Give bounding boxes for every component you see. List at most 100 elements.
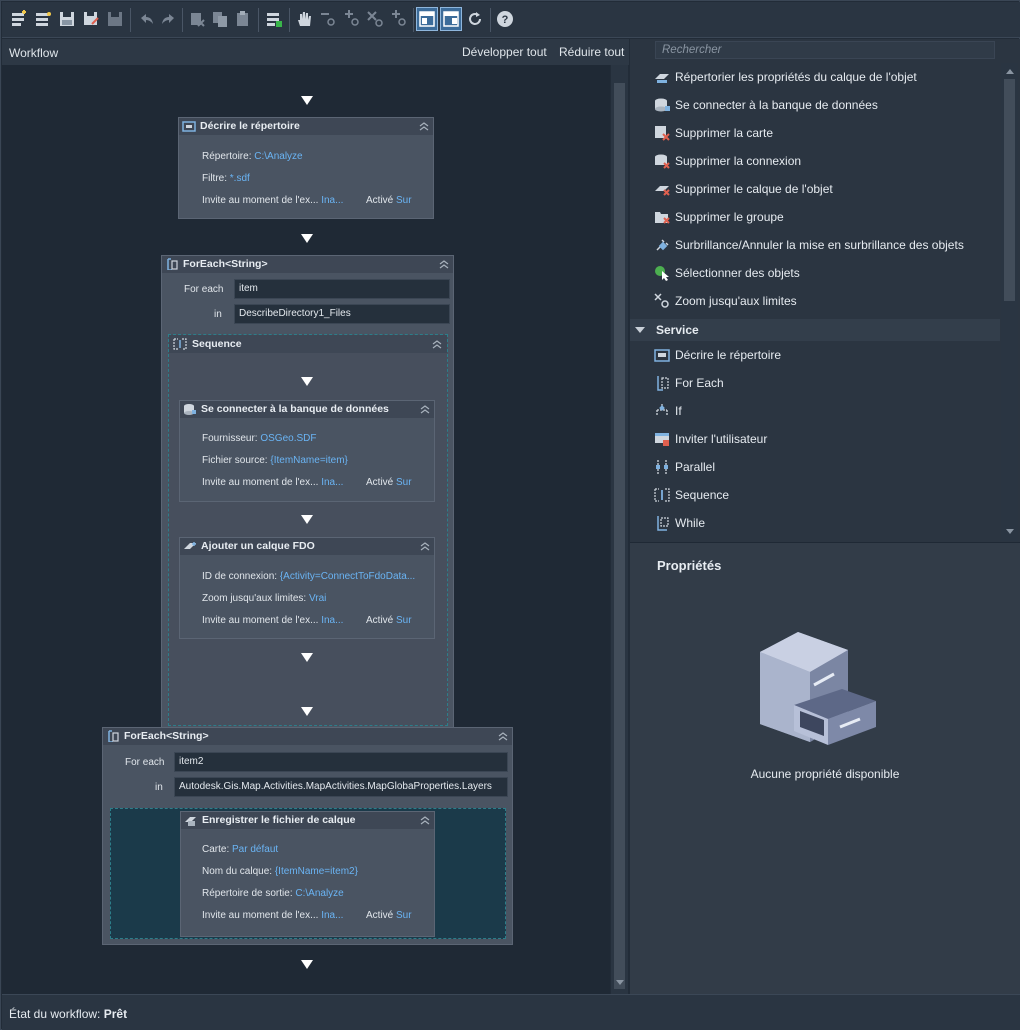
scroll-down-icon[interactable] [615,979,625,987]
sequence-container[interactable]: Sequence [168,334,448,726]
filter-value[interactable]: *.sdf [230,173,250,184]
active-value[interactable]: Sur [396,615,412,626]
scrollbar-thumb[interactable] [614,83,625,989]
layout-one-icon[interactable] [416,7,438,31]
list-item[interactable]: Répertorier les propriétés du calque de … [630,63,1000,91]
in-label: in [214,309,222,320]
zoom-in-icon[interactable] [341,8,363,30]
in-field[interactable]: DescribeDirectory1_Files [234,304,450,324]
run-icon[interactable] [263,8,285,30]
remove-map-icon [655,126,670,141]
collapse-icon[interactable] [420,541,430,551]
zoom-window-icon[interactable] [388,8,410,30]
provider-value[interactable]: OSGeo.SDF [260,433,316,444]
activity-describe-directory[interactable]: Décrire le répertoire Répertoire: C:\Ana… [178,117,434,219]
pan-icon[interactable] [293,8,315,30]
list-item[interactable]: Supprimer la connexion [630,147,1000,175]
expand-all-link[interactable]: Développer tout [462,45,547,59]
active-value[interactable]: Sur [396,910,412,921]
cut-icon[interactable] [186,8,208,30]
list-item[interactable]: Inviter l'utilisateur [630,425,1000,453]
list-item[interactable]: While [630,509,1000,537]
active-value[interactable]: Sur [396,477,412,488]
refresh-icon[interactable] [464,8,486,30]
activity-header: Se connecter à la banque de données [180,401,434,418]
undo-icon[interactable] [135,8,157,30]
prompt-label: Invite au moment de l'ex... [202,910,319,921]
list-item-label: Supprimer la carte [675,126,774,140]
flow-arrow [301,653,313,662]
layout-two-icon[interactable] [440,7,462,31]
list-item[interactable]: If [630,397,1000,425]
prompt-value[interactable]: Ina... [321,910,343,921]
list-item[interactable]: Supprimer la carte [630,119,1000,147]
workflow-scrollbar[interactable] [611,65,628,994]
layer-row: Nom du calque: {ItemName=item2} [202,866,358,877]
search-input[interactable]: Rechercher [655,41,995,59]
scrollbar-thumb[interactable] [1004,79,1015,301]
list-item[interactable]: Supprimer le calque de l'objet [630,175,1000,203]
list-item-label: Inviter l'utilisateur [675,432,768,446]
paste-icon[interactable] [232,8,254,30]
workflow-canvas[interactable]: Décrire le répertoire Répertoire: C:\Ana… [2,65,610,994]
connection-label: ID de connexion: [202,571,278,582]
group-header-service[interactable]: Service [630,319,1000,341]
redo-icon[interactable] [158,8,180,30]
list-item[interactable]: Parallel [630,453,1000,481]
list-item[interactable]: Se connecter à la banque de données [630,91,1000,119]
prompt-value[interactable]: Ina... [321,477,343,488]
collapse-all-link[interactable]: Réduire tout [559,45,624,59]
list-item-label: Supprimer le calque de l'objet [675,182,833,196]
map-value[interactable]: Par défaut [232,844,278,855]
list-item[interactable]: Sequence [630,481,1000,509]
list-item[interactable]: For Each [630,369,1000,397]
activity-header: ForEach<String> [103,728,512,745]
collapse-icon[interactable] [498,731,508,741]
zoom-out-icon[interactable] [317,8,339,30]
save-icon[interactable] [56,8,78,30]
active-value[interactable]: Sur [396,195,412,206]
save-as-icon[interactable] [80,8,102,30]
scroll-up-icon[interactable] [1005,67,1015,75]
toolbar: ? [2,2,1020,38]
collapse-icon[interactable] [439,259,449,269]
zoom-value[interactable]: Vrai [309,593,326,604]
new-workflow-icon[interactable] [8,8,30,30]
help-icon[interactable]: ? [494,8,516,30]
list-item[interactable]: Surbrillance/Annuler la mise en surbrill… [630,231,1000,259]
list-item[interactable]: Décrire le répertoire [630,341,1000,369]
for-each-field[interactable]: item2 [174,752,508,772]
remove-layer-icon [655,186,670,196]
list-item[interactable]: Zoom jusqu'aux limites [630,287,1000,315]
open-workflow-icon[interactable] [32,8,54,30]
directory-value[interactable]: C:\Analyze [254,151,302,162]
collapse-icon[interactable] [432,339,442,349]
for-each-label: For each [184,284,224,295]
collapse-icon[interactable] [420,815,430,825]
collapse-icon[interactable] [420,404,430,414]
activity-connect-datastore[interactable]: Se connecter à la banque de données Four… [179,400,435,502]
layer-value[interactable]: {ItemName=item2} [275,866,358,877]
in-field[interactable]: Autodesk.Gis.Map.Activities.MapActivitie… [174,777,508,797]
zoom-extents-icon[interactable] [364,8,386,30]
connection-value[interactable]: {Activity=ConnectToFdoData... [280,571,415,582]
scroll-down-icon[interactable] [1005,528,1015,536]
activity-save-layer-file[interactable]: Enregistrer le fichier de calque Carte: … [180,811,435,937]
workflow-title: Workflow [9,46,59,60]
output-value[interactable]: C:\Analyze [295,888,343,899]
prompt-value[interactable]: Ina... [321,195,343,206]
sequence-title: Sequence [192,338,242,350]
flow-arrow [301,707,313,716]
copy-icon[interactable] [209,8,231,30]
list-item[interactable]: Sélectionner des objets [630,259,1000,287]
list-item[interactable]: Supprimer le groupe [630,203,1000,231]
activity-add-fdo-layer[interactable]: Ajouter un calque FDO ID de connexion: {… [179,537,435,639]
source-value[interactable]: {ItemName=item} [270,455,348,466]
for-each-field[interactable]: item [234,279,450,299]
activity-title: Ajouter un calque FDO [201,540,315,552]
prompt-value[interactable]: Ina... [321,615,343,626]
zoom-extents-icon [654,293,669,308]
collapse-icon[interactable] [419,121,429,131]
disabled-save-icon [104,8,126,30]
palette-scrollbar[interactable] [1001,63,1018,541]
